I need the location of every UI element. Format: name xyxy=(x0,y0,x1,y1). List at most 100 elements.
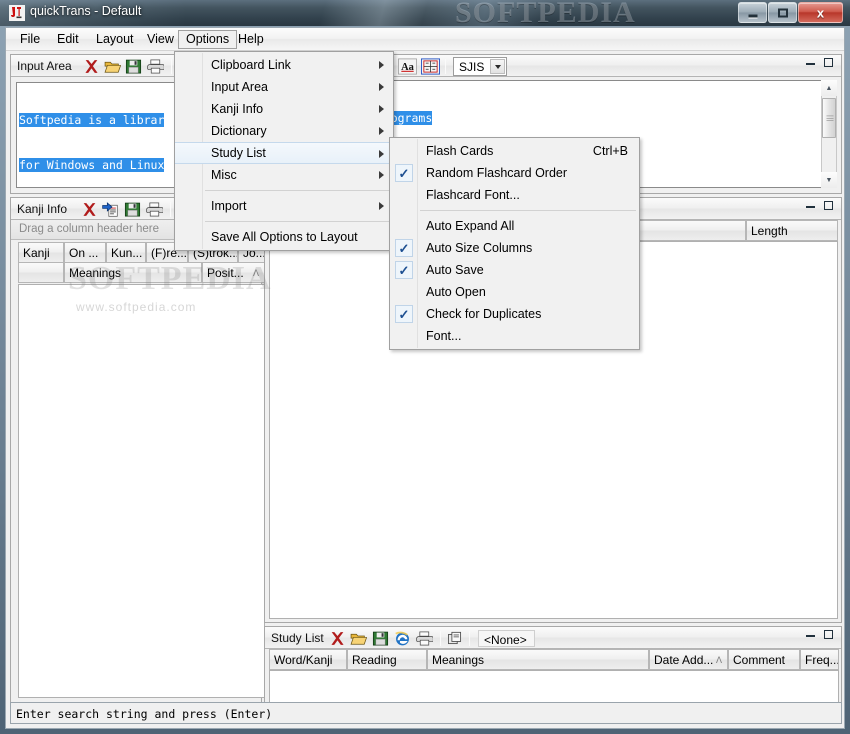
submenu-item-random-flashcard-order[interactable]: ✓ Random Flashcard Order xyxy=(390,162,639,184)
submenu-item-auto-size-columns[interactable]: ✓ Auto Size Columns xyxy=(390,237,639,259)
menu-item-label: Auto Size Columns xyxy=(426,241,533,255)
menu-item-label: Flash Cards xyxy=(426,144,494,158)
submenu-item-flash-cards[interactable]: Flash Cards Ctrl+B xyxy=(390,140,639,162)
column-header-word-kanji[interactable]: Word/Kanji xyxy=(269,649,347,670)
menu-item-misc[interactable]: Misc xyxy=(175,164,393,186)
panel-minimize-button[interactable] xyxy=(806,201,815,209)
input-line-text: Softpedia is a librar xyxy=(19,113,165,127)
column-header-date-added[interactable]: Date Add... Λ xyxy=(649,649,728,670)
study-list-selector[interactable]: <None> xyxy=(478,630,535,647)
menu-file[interactable]: File xyxy=(13,30,47,49)
menu-layout[interactable]: Layout xyxy=(89,30,141,49)
column-header-meanings[interactable]: Meanings xyxy=(427,649,649,670)
internet-explorer-icon[interactable] xyxy=(394,630,411,647)
submenu-item-font[interactable]: Font... xyxy=(390,325,639,347)
menu-item-study-list[interactable]: Study List xyxy=(175,142,393,164)
column-header-length[interactable]: Length xyxy=(746,220,838,241)
menu-bar: File Edit Layout View Options Help xyxy=(6,28,844,51)
scroll-up-icon[interactable]: ▲ xyxy=(821,80,837,96)
submenu-item-auto-expand-all[interactable]: Auto Expand All xyxy=(390,215,639,237)
panel-minimize-button[interactable] xyxy=(806,58,815,66)
toolbar-separator xyxy=(170,202,171,217)
menu-item-label: Flashcard Font... xyxy=(426,188,520,202)
column-header-reading[interactable]: Reading xyxy=(347,649,427,670)
checkmark-icon: ✓ xyxy=(395,305,413,323)
kanji-info-title: Kanji Info xyxy=(17,202,68,216)
menu-edit[interactable]: Edit xyxy=(50,30,86,49)
save-icon[interactable] xyxy=(372,630,389,647)
column-header-position[interactable]: Posit... Λ xyxy=(202,262,265,283)
vscroll-thumb[interactable]: ||| xyxy=(822,98,836,138)
print-icon[interactable] xyxy=(146,201,163,218)
print-icon[interactable] xyxy=(147,58,164,75)
menu-item-label: Misc xyxy=(211,168,237,182)
save-icon[interactable] xyxy=(124,201,141,218)
maximize-icon xyxy=(824,58,833,67)
column-header-on[interactable]: On ... xyxy=(64,242,106,263)
status-bar: Enter search string and press (Enter) xyxy=(10,702,842,724)
study-list-submenu[interactable]: Flash Cards Ctrl+B ✓ Random Flashcard Or… xyxy=(389,137,640,350)
close-button[interactable]: x xyxy=(798,2,843,23)
submenu-arrow-icon xyxy=(379,171,384,179)
panel-maximize-button[interactable] xyxy=(824,630,833,639)
open-folder-icon[interactable] xyxy=(350,630,367,647)
toolbar-separator xyxy=(445,59,446,74)
menu-item-label: Auto Open xyxy=(426,285,486,299)
kanji-info-grid[interactable] xyxy=(18,284,265,698)
column-header-spacer[interactable] xyxy=(18,262,64,283)
client-area: File Edit Layout View Options Help Input… xyxy=(5,27,845,729)
font-aa-icon[interactable]: Aa xyxy=(398,58,417,75)
menu-item-label: Check for Duplicates xyxy=(426,307,542,321)
menu-item-import[interactable]: Import xyxy=(175,195,393,217)
menu-item-label: Auto Save xyxy=(426,263,484,277)
open-folder-icon[interactable] xyxy=(104,58,121,75)
input-area-title: Input Area xyxy=(17,59,72,73)
toolbar-separator xyxy=(171,59,172,74)
menu-view[interactable]: View xyxy=(140,30,181,49)
clear-icon[interactable] xyxy=(329,630,346,647)
column-header-frequency[interactable]: Freq... xyxy=(800,649,839,670)
kanji-grid-icon[interactable] xyxy=(421,58,440,75)
column-header-meanings[interactable]: Meanings xyxy=(64,262,202,283)
menu-item-label: Random Flashcard Order xyxy=(426,166,568,180)
menu-item-dictionary[interactable]: Dictionary xyxy=(175,120,393,142)
menu-item-input-area[interactable]: Input Area xyxy=(175,76,393,98)
panel-maximize-button[interactable] xyxy=(824,58,833,67)
menu-item-label: Import xyxy=(211,199,247,213)
encoding-select[interactable]: SJIS xyxy=(453,57,507,76)
kanji-info-panel: Kanji Info Drag a column header here Kan… xyxy=(10,197,265,724)
clear-icon[interactable] xyxy=(83,58,100,75)
study-list-panel-header: Study List <None> xyxy=(265,627,841,649)
submenu-arrow-icon xyxy=(379,202,384,210)
menu-help[interactable]: Help xyxy=(231,30,271,49)
scroll-down-icon[interactable]: ▼ xyxy=(821,172,837,188)
translation-vscrollbar[interactable]: ▲ ||| ▼ xyxy=(821,80,837,188)
chevron-down-icon[interactable] xyxy=(490,59,505,74)
title-bar: SOFTPEDIA quickTrans - Default x xyxy=(0,0,850,26)
menu-separator xyxy=(205,190,390,191)
panel-maximize-button[interactable] xyxy=(824,201,833,210)
maximize-icon xyxy=(777,8,788,17)
copy-icon[interactable] xyxy=(447,630,464,647)
submenu-item-check-for-duplicates[interactable]: ✓ Check for Duplicates xyxy=(390,303,639,325)
export-doc-icon[interactable] xyxy=(102,201,119,218)
minimize-button[interactable] xyxy=(738,2,767,23)
maximize-button[interactable] xyxy=(768,2,797,23)
menu-item-clipboard-link[interactable]: Clipboard Link xyxy=(175,54,393,76)
menu-options[interactable]: Options xyxy=(178,30,238,49)
column-header-comment[interactable]: Comment xyxy=(728,649,800,670)
study-list-selector-value: <None> xyxy=(484,633,527,647)
submenu-item-auto-open[interactable]: Auto Open xyxy=(390,281,639,303)
sort-ascending-icon: Λ xyxy=(715,655,722,665)
menu-item-kanji-info[interactable]: Kanji Info xyxy=(175,98,393,120)
column-header-kanji[interactable]: Kanji xyxy=(18,242,64,263)
submenu-item-auto-save[interactable]: ✓ Auto Save xyxy=(390,259,639,281)
save-icon[interactable] xyxy=(125,58,142,75)
submenu-item-flashcard-font[interactable]: Flashcard Font... xyxy=(390,184,639,206)
clear-icon[interactable] xyxy=(81,201,98,218)
column-header-kun[interactable]: Kun... xyxy=(106,242,146,263)
options-dropdown-menu[interactable]: Clipboard Link Input Area Kanji Info Dic… xyxy=(174,51,394,251)
panel-minimize-button[interactable] xyxy=(806,630,815,638)
print-icon[interactable] xyxy=(416,630,433,647)
menu-item-save-all-options-to-layout[interactable]: Save All Options to Layout xyxy=(175,226,393,248)
